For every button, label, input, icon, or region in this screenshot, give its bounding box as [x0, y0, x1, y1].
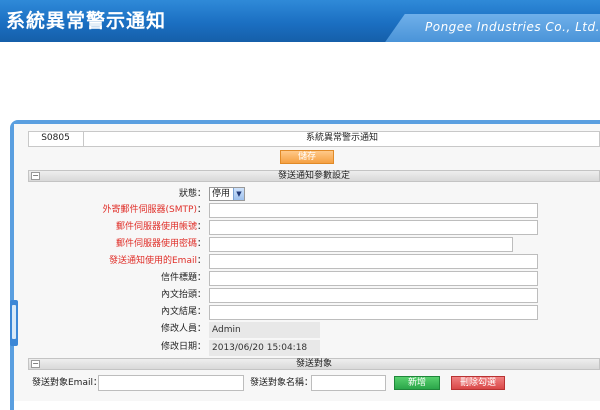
- sender-email-label: 發送通知使用的Email：: [109, 256, 206, 266]
- password-label: 郵件伺服器使用密碼：: [115, 239, 206, 249]
- password-input[interactable]: [209, 237, 513, 252]
- status-label: 狀態：: [178, 189, 206, 199]
- remove-checked-button[interactable]: 刪除勾選: [451, 376, 505, 390]
- chevron-down-icon[interactable]: ▼: [233, 188, 244, 200]
- target-email-input[interactable]: [98, 375, 244, 391]
- program-id: S0805: [28, 131, 84, 147]
- footer-text-input[interactable]: [209, 305, 538, 320]
- section-title-targets: 發送對象: [295, 359, 332, 369]
- side-scrollbar-thumb[interactable]: [12, 305, 16, 339]
- subject-input[interactable]: [209, 271, 538, 286]
- target-name-label: 發送對象名稱：: [250, 378, 314, 388]
- status-select[interactable]: 停用 ▼: [209, 187, 245, 201]
- modified-by-label: 修改人員：: [160, 324, 206, 334]
- subject-label: 信件標題：: [160, 273, 206, 283]
- modified-date-label: 修改日期：: [160, 342, 206, 352]
- header-banner: 系統異常警示通知 Pongee Industries Co., Ltd.: [0, 0, 600, 42]
- account-label: 郵件伺服器使用帳號：: [115, 222, 206, 232]
- smtp-label: 外寄郵件伺服器(SMTP)：: [102, 205, 206, 215]
- header-text-input[interactable]: [209, 288, 538, 303]
- banner-title: 系統異常警示通知: [6, 10, 167, 32]
- target-name-input[interactable]: [311, 375, 386, 391]
- sender-email-input[interactable]: [209, 254, 538, 269]
- target-email-label: 發送對象Email：: [32, 378, 102, 388]
- minus-icon[interactable]: −: [31, 360, 40, 368]
- page-title: 系統異常警示通知: [305, 133, 378, 143]
- add-button[interactable]: 新增: [394, 376, 440, 390]
- section-header-targets: − 發送對象: [28, 358, 600, 370]
- save-button[interactable]: 儲存: [280, 150, 334, 164]
- section-title-params: 發送通知參數設定: [277, 171, 350, 181]
- footer-text-label: 內文結尾：: [160, 307, 206, 317]
- smtp-input[interactable]: [209, 203, 538, 218]
- minus-icon[interactable]: −: [31, 172, 40, 180]
- company-name: Pongee Industries Co., Ltd.: [425, 20, 600, 34]
- modified-date-value: 2013/06/20 15:04:18: [209, 340, 320, 356]
- header-text-label: 內文抬頭：: [160, 290, 206, 300]
- account-input[interactable]: [209, 220, 538, 235]
- modified-by-value: Admin: [209, 322, 320, 338]
- section-header-params: − 發送通知參數設定: [28, 170, 600, 182]
